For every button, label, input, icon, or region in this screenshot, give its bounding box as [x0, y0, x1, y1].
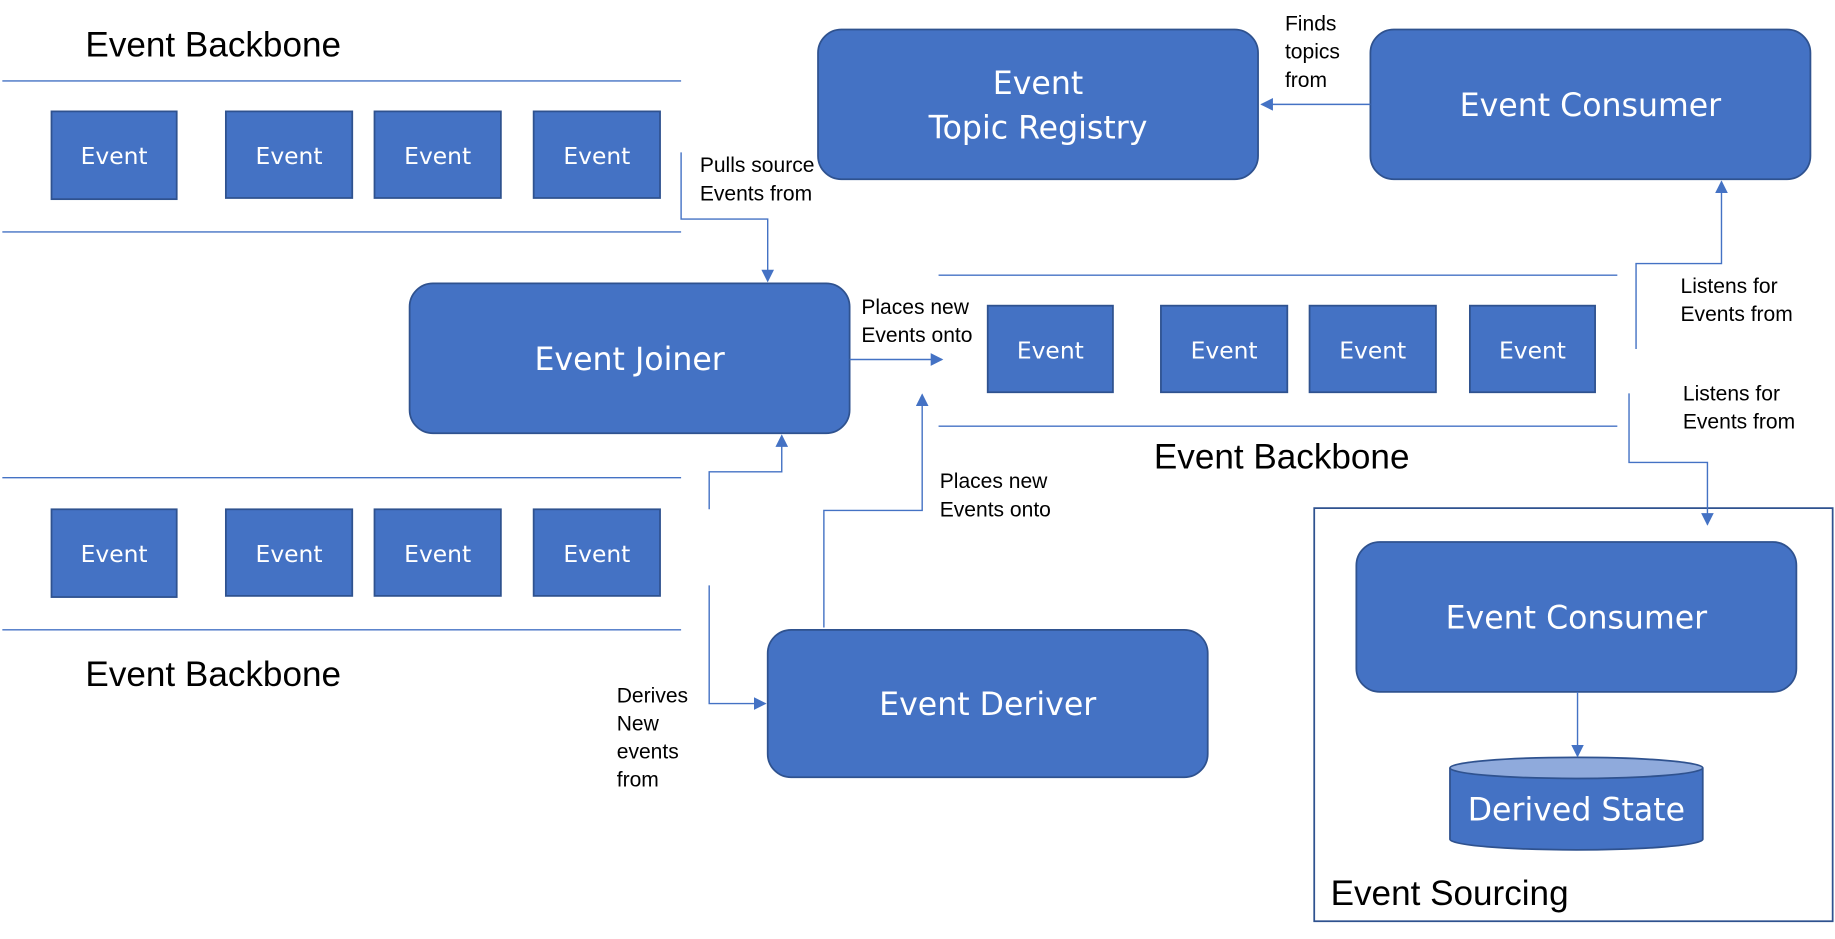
svg-text:events: events: [617, 741, 679, 764]
svg-text:Event Deriver: Event Deriver: [879, 687, 1096, 723]
label-places-deriver: Places new Events onto: [940, 470, 1051, 521]
svg-text:Event Consumer: Event Consumer: [1460, 88, 1722, 124]
svg-text:Event: Event: [256, 142, 323, 170]
arrow-derives: [708, 585, 767, 710]
event-box[interactable]: Event: [373, 508, 502, 597]
svg-text:Event: Event: [81, 142, 148, 170]
event-topic-registry-node[interactable]: Event Topic Registry: [817, 28, 1259, 181]
svg-text:Pulls source: Pulls source: [700, 154, 815, 177]
backbone-title: Event Backbone: [85, 655, 341, 694]
svg-text:Events from: Events from: [700, 182, 812, 205]
svg-text:topics: topics: [1285, 41, 1340, 64]
svg-text:Event: Event: [1017, 336, 1084, 364]
event-box[interactable]: Event: [224, 110, 354, 199]
svg-text:Events onto: Events onto: [940, 498, 1051, 521]
event-architecture-diagram: Event Backbone Event Event Event Event E…: [2, 13, 1834, 923]
event-box[interactable]: Event: [532, 110, 661, 199]
event-box[interactable]: Event: [224, 508, 354, 597]
svg-text:Event: Event: [563, 142, 630, 170]
svg-text:Events from: Events from: [1683, 411, 1795, 434]
backbone-bottom: Event Event Event Event Event Backbone: [2, 476, 682, 694]
label-pulls: Pulls source Events from: [700, 154, 815, 205]
svg-text:Events onto: Events onto: [861, 324, 972, 347]
svg-text:Places new: Places new: [940, 470, 1048, 493]
svg-text:Finds: Finds: [1285, 13, 1336, 36]
event-box[interactable]: Event: [1160, 304, 1289, 394]
svg-text:Event: Event: [256, 540, 323, 568]
svg-text:Places new: Places new: [861, 296, 969, 319]
svg-text:Events from: Events from: [1681, 303, 1793, 326]
svg-text:Event: Event: [1191, 336, 1258, 364]
svg-text:from: from: [1285, 69, 1327, 92]
label-places-joiner: Places new Events onto: [861, 296, 972, 347]
svg-text:Derived State: Derived State: [1468, 793, 1685, 829]
event-deriver-node[interactable]: Event Deriver: [766, 628, 1209, 779]
event-box[interactable]: Event: [50, 508, 178, 598]
svg-text:Event: Event: [993, 66, 1083, 102]
event-box[interactable]: Event: [373, 110, 502, 199]
event-consumer-node[interactable]: Event Consumer: [1355, 541, 1798, 693]
backbone-top: Event Backbone Event Event Event Event: [2, 25, 682, 233]
event-sourcing-group: Event Consumer Derived State Event Sourc…: [1313, 507, 1834, 923]
svg-text:from: from: [617, 769, 659, 792]
event-box[interactable]: Event: [1308, 304, 1437, 394]
svg-text:Event: Event: [404, 540, 471, 568]
svg-text:Derives: Derives: [617, 684, 688, 707]
svg-text:Event: Event: [1499, 336, 1566, 364]
event-box[interactable]: Event: [50, 110, 178, 201]
svg-text:Listens for: Listens for: [1681, 275, 1778, 298]
svg-text:Event: Event: [404, 142, 471, 170]
event-box[interactable]: Event: [1468, 304, 1596, 394]
svg-text:New: New: [617, 712, 660, 735]
backbone-title: Event Backbone: [1154, 437, 1410, 476]
event-consumer-node[interactable]: Event Consumer: [1369, 28, 1812, 181]
event-box[interactable]: Event: [986, 304, 1114, 394]
svg-text:Event: Event: [1339, 336, 1406, 364]
label-derives: Derives New events from: [617, 684, 688, 791]
backbone-middle: Event Event Event Event Event Backbone: [938, 274, 1618, 476]
svg-text:Event Joiner: Event Joiner: [534, 342, 724, 378]
svg-text:Event: Event: [563, 540, 630, 568]
svg-text:Listens for: Listens for: [1683, 382, 1780, 405]
label-finds: Finds topics from: [1285, 13, 1340, 92]
event-box[interactable]: Event: [532, 508, 661, 597]
group-title: Event Sourcing: [1331, 874, 1569, 913]
backbone-title: Event Backbone: [85, 25, 341, 64]
label-listens-sourcing: Listens for Events from: [1683, 382, 1795, 433]
svg-text:Event: Event: [81, 540, 148, 568]
event-joiner-node[interactable]: Event Joiner: [408, 282, 851, 435]
derived-state-database[interactable]: Derived State: [1449, 756, 1704, 851]
svg-text:Topic Registry: Topic Registry: [928, 110, 1148, 146]
label-listens-top: Listens for Events from: [1681, 275, 1793, 326]
svg-text:Event Consumer: Event Consumer: [1446, 601, 1708, 637]
arrow-joiner-source: [708, 434, 789, 510]
